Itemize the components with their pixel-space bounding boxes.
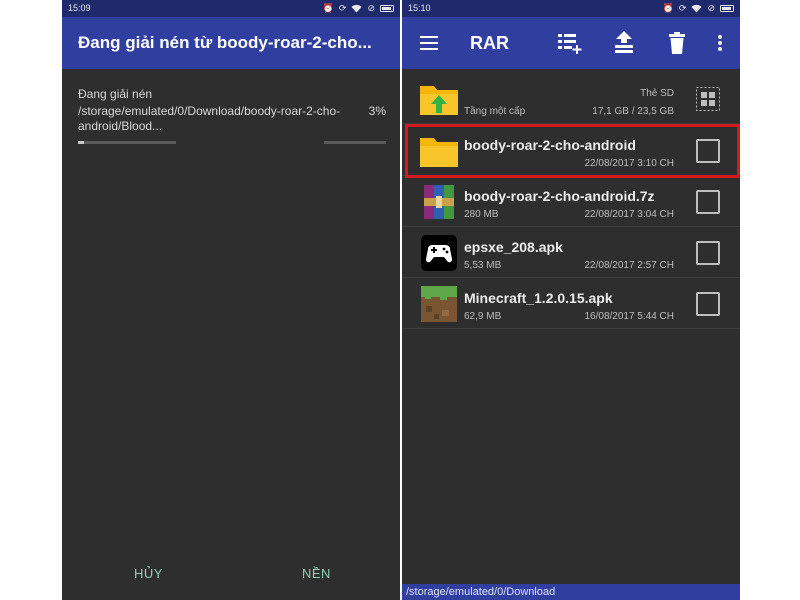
extract-progress-bar — [78, 141, 176, 144]
status-bar: 15:10 ⏰ ⟳ ⊘ — [402, 0, 740, 17]
file-checkbox[interactable] — [696, 292, 720, 316]
status-time: 15:09 — [68, 3, 91, 13]
grid-view-icon[interactable] — [696, 87, 720, 111]
file-checkbox[interactable] — [696, 241, 720, 265]
more-vert-icon[interactable] — [710, 17, 730, 69]
file-row[interactable]: Minecraft_1.2.0.15.apk 62,9 MB 16/08/201… — [402, 279, 740, 329]
current-path-bar: /storage/emulated/0/Download — [402, 584, 740, 600]
file-date: 16/08/2017 5:44 CH — [584, 311, 674, 322]
extract-label: Đang giải nén — [78, 87, 153, 101]
archive-add-icon[interactable] — [554, 17, 586, 69]
file-date: 22/08/2017 3:04 CH — [584, 209, 674, 220]
extract-percent: 3% — [368, 104, 386, 118]
app-bar: RAR — [402, 17, 740, 69]
highlight-box — [405, 124, 740, 178]
background-button[interactable]: NỀN — [302, 566, 331, 581]
storage-name: Thẻ SD — [640, 88, 674, 99]
extract-screen: 15:09 ⏰ ⟳ ⊘ Đang giải nén từ boody-roar-… — [62, 0, 400, 600]
wifi-icon — [351, 4, 362, 13]
file-name: boody-roar-2-cho-android.7z — [464, 188, 655, 204]
status-icons: ⏰ ⟳ ⊘ — [323, 0, 394, 17]
up-level-label: Tầng một cấp — [464, 106, 526, 117]
sync-icon: ⟳ — [338, 3, 347, 13]
menu-icon[interactable] — [416, 17, 442, 69]
dialog-title-bar: Đang giải nén từ boody-roar-2-cho... — [62, 17, 400, 69]
file-name: Minecraft_1.2.0.15.apk — [464, 290, 613, 306]
status-icons: ⏰ ⟳ ⊘ — [663, 0, 734, 17]
alarm-icon: ⏰ — [322, 3, 334, 13]
extract-path: /storage/emulated/0/Download/boody-roar-… — [78, 104, 341, 133]
folder-up-icon — [420, 86, 458, 115]
file-checkbox[interactable] — [696, 190, 720, 214]
cancel-button[interactable]: HỦY — [134, 566, 163, 581]
rar-archive-icon — [424, 185, 454, 219]
total-progress-bar — [324, 141, 386, 144]
status-time: 15:10 — [408, 3, 431, 13]
file-size: 62,9 MB — [464, 311, 502, 322]
alarm-icon: ⏰ — [662, 3, 674, 13]
dnd-icon: ⊘ — [367, 3, 375, 13]
file-size: 280 MB — [464, 209, 499, 220]
dialog-title: Đang giải nén từ boody-roar-2-cho... — [78, 33, 372, 52]
file-name: epsxe_208.apk — [464, 239, 563, 255]
progress-fill — [78, 141, 84, 144]
file-row[interactable]: boody-roar-2-cho-android.7z 280 MB 22/08… — [402, 177, 740, 227]
file-manager-screen: 15:10 ⏰ ⟳ ⊘ RAR Tầng một cấp Thẻ SD 17,1… — [402, 0, 740, 600]
up-level-row[interactable]: Tầng một cấp Thẻ SD 17,1 GB / 23,5 GB — [402, 74, 740, 124]
minecraft-app-icon — [421, 286, 457, 322]
file-date: 22/08/2017 2:57 CH — [584, 260, 674, 271]
storage-usage: 17,1 GB / 23,5 GB — [592, 106, 674, 117]
wifi-icon — [691, 4, 702, 13]
trash-icon[interactable] — [664, 17, 690, 69]
status-bar: 15:09 ⏰ ⟳ ⊘ — [62, 0, 400, 17]
battery-icon — [380, 5, 394, 12]
dnd-icon: ⊘ — [707, 3, 715, 13]
file-size: 5,53 MB — [464, 260, 502, 271]
gamepad-app-icon — [421, 235, 457, 271]
app-title: RAR — [470, 33, 509, 53]
extract-icon[interactable] — [610, 17, 638, 69]
battery-icon — [720, 5, 734, 12]
file-row[interactable]: epsxe_208.apk 5,53 MB 22/08/2017 2:57 CH — [402, 228, 740, 278]
sync-icon: ⟳ — [678, 3, 687, 13]
